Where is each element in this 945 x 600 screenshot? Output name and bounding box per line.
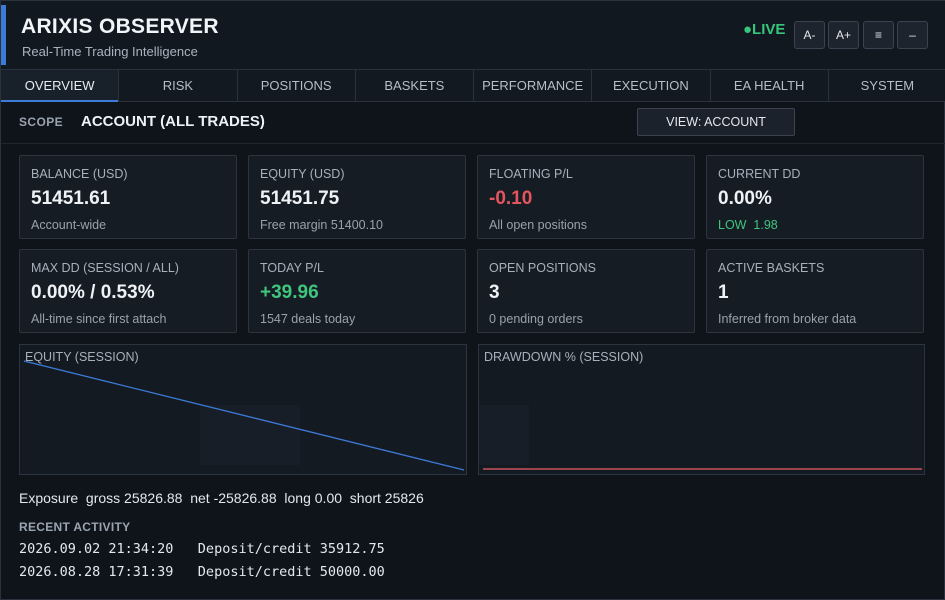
tab-risk[interactable]: RISK bbox=[119, 70, 238, 101]
exposure-summary: Exposure gross 25826.88 net -25826.88 lo… bbox=[19, 490, 424, 506]
header-accent-bar bbox=[1, 5, 6, 65]
card-subtext: 1547 deals today bbox=[260, 312, 356, 326]
card-value: +39.96 bbox=[260, 282, 319, 303]
card-subtext: All open positions bbox=[489, 218, 587, 232]
card-label: BALANCE (USD) bbox=[31, 167, 128, 181]
drawdown-chart-title: DRAWDOWN % (SESSION) bbox=[484, 350, 644, 364]
card-value: -0.10 bbox=[489, 188, 533, 209]
divider bbox=[1, 143, 945, 144]
card-label: CURRENT DD bbox=[718, 167, 801, 181]
tab-performance[interactable]: PERFORMANCE bbox=[474, 70, 593, 101]
tab-overview[interactable]: OVERVIEW bbox=[1, 70, 120, 102]
card-value: 1 bbox=[718, 282, 729, 303]
card-value: 0.00% / 0.53% bbox=[31, 282, 155, 303]
card-value: 3 bbox=[489, 282, 500, 303]
card-max-dd: MAX DD (SESSION / ALL) 0.00% / 0.53% All… bbox=[19, 249, 237, 333]
card-today-pl: TODAY P/L +39.96 1547 deals today bbox=[248, 249, 466, 333]
view-account-button[interactable]: VIEW: ACCOUNT bbox=[637, 108, 795, 136]
card-label: ACTIVE BASKETS bbox=[718, 261, 825, 275]
tab-execution[interactable]: EXECUTION bbox=[592, 70, 711, 101]
card-value: 51451.75 bbox=[260, 188, 340, 209]
equity-chart-svg bbox=[23, 360, 465, 471]
chart-shade bbox=[200, 405, 300, 465]
card-value: 0.00% bbox=[718, 188, 772, 209]
menu-button[interactable]: ≡ bbox=[863, 21, 894, 49]
card-label: FLOATING P/L bbox=[489, 167, 573, 181]
card-active-baskets: ACTIVE BASKETS 1 Inferred from broker da… bbox=[706, 249, 924, 333]
header: ARIXIS OBSERVER Real-Time Trading Intell… bbox=[1, 1, 945, 69]
card-label: OPEN POSITIONS bbox=[489, 261, 596, 275]
app-subtitle: Real-Time Trading Intelligence bbox=[22, 44, 198, 59]
card-subtext: LOW 1.98 bbox=[718, 218, 778, 232]
card-subtext: Account-wide bbox=[31, 218, 107, 232]
equity-chart-title: EQUITY (SESSION) bbox=[25, 350, 139, 364]
recent-activity-title: RECENT ACTIVITY bbox=[19, 520, 131, 534]
scope-value: ACCOUNT (ALL TRADES) bbox=[81, 113, 265, 130]
card-subtext: All-time since first attach bbox=[31, 312, 167, 326]
card-floating-pl: FLOATING P/L -0.10 All open positions bbox=[477, 155, 695, 239]
card-label: EQUITY (USD) bbox=[260, 167, 345, 181]
font-decrease-button[interactable]: A- bbox=[794, 21, 825, 49]
chart-shade bbox=[479, 405, 529, 465]
activity-row: 2026.09.02 21:34:20 Deposit/credit 35912… bbox=[19, 541, 385, 557]
card-label: TODAY P/L bbox=[260, 261, 324, 275]
card-label: MAX DD (SESSION / ALL) bbox=[31, 261, 179, 275]
card-current-dd: CURRENT DD 0.00% LOW 1.98 bbox=[706, 155, 924, 239]
tab-ea-health[interactable]: EA HEALTH bbox=[711, 70, 829, 101]
card-open-positions: OPEN POSITIONS 3 0 pending orders bbox=[477, 249, 695, 333]
card-subtext: Free margin 51400.10 bbox=[260, 218, 383, 232]
font-increase-button[interactable]: A+ bbox=[828, 21, 859, 49]
drawdown-chart: DRAWDOWN % (SESSION) bbox=[478, 344, 925, 475]
tab-positions[interactable]: POSITIONS bbox=[238, 70, 356, 101]
app-window: ARIXIS OBSERVER Real-Time Trading Intell… bbox=[0, 0, 945, 600]
tab-baskets[interactable]: BASKETS bbox=[356, 70, 474, 101]
card-equity: EQUITY (USD) 51451.75 Free margin 51400.… bbox=[248, 155, 466, 239]
card-balance: BALANCE (USD) 51451.61 Account-wide bbox=[19, 155, 237, 239]
minimize-button[interactable]: – bbox=[897, 21, 928, 49]
tab-bar: OVERVIEW RISK POSITIONS BASKETS PERFORMA… bbox=[1, 69, 945, 102]
live-indicator: ●LIVE bbox=[743, 21, 786, 38]
equity-chart: EQUITY (SESSION) bbox=[19, 344, 467, 475]
card-subtext: 0 pending orders bbox=[489, 312, 583, 326]
app-title: ARIXIS OBSERVER bbox=[21, 15, 219, 38]
scope-label: SCOPE bbox=[19, 115, 64, 129]
card-subtext: Inferred from broker data bbox=[718, 312, 857, 326]
activity-row: 2026.08.28 17:31:39 Deposit/credit 50000… bbox=[19, 564, 385, 580]
card-value: 51451.61 bbox=[31, 188, 111, 209]
tab-system[interactable]: SYSTEM bbox=[829, 70, 945, 101]
drawdown-chart-svg bbox=[479, 405, 922, 470]
